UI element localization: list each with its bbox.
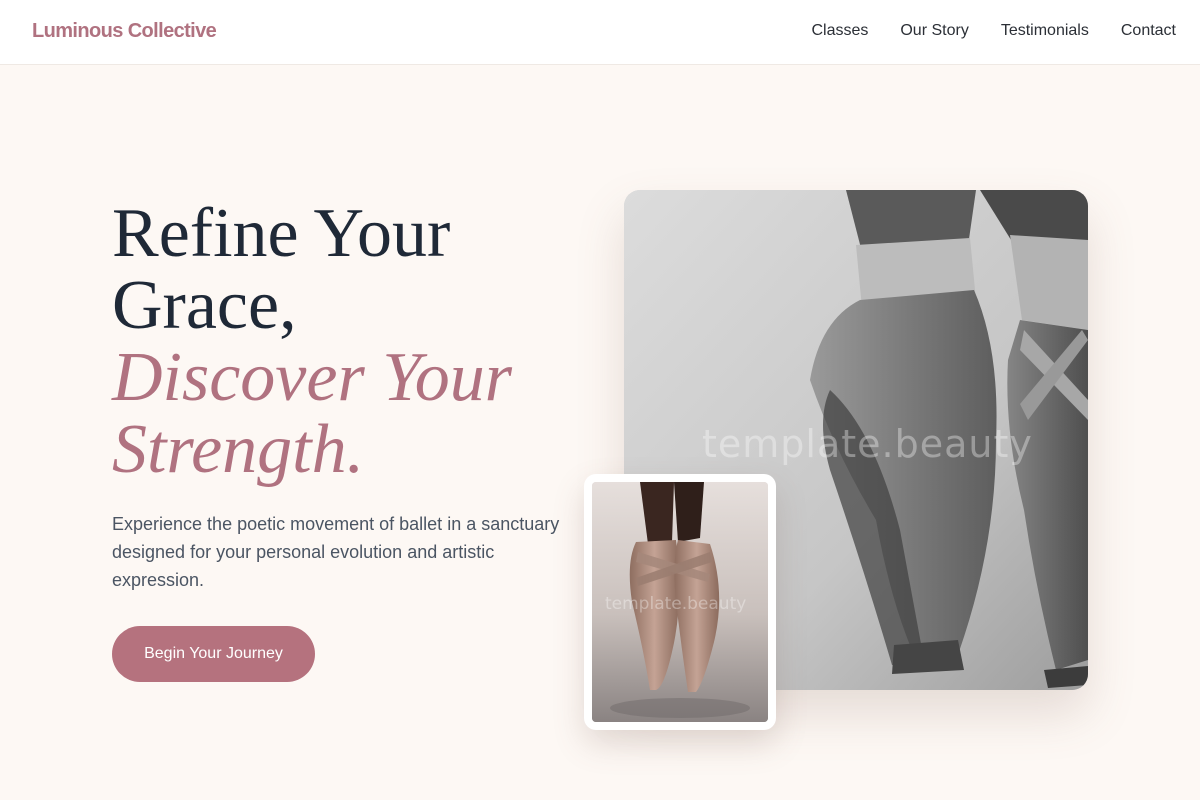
nav-item-our-story[interactable]: Our Story <box>900 22 968 40</box>
hero-title: Refine Your Grace, Discover Your Strengt… <box>112 198 592 486</box>
hero-subtitle: Experience the poetic movement of ballet… <box>112 514 560 590</box>
nav-item-classes[interactable]: Classes <box>811 22 868 40</box>
nav-item-contact[interactable]: Contact <box>1121 22 1176 40</box>
begin-journey-button[interactable]: Begin Your Journey <box>112 626 315 682</box>
nav-item-testimonials[interactable]: Testimonials <box>1001 22 1089 40</box>
main-nav: Classes Our Story Testimonials Contact <box>779 22 1176 40</box>
hero-accent-line-2: Strength. <box>112 411 365 488</box>
pointe-feet-photo <box>592 482 768 722</box>
hero-title-line-2: Grace, <box>112 267 297 344</box>
brand-logo[interactable]: Luminous Collective <box>32 20 217 43</box>
hero-title-line-1: Refine Your <box>112 195 451 272</box>
site-header: Luminous Collective Classes Our Story Te… <box>0 0 1200 65</box>
hero-inset-image: template.beauty <box>592 482 768 722</box>
hero-inset-card: template.beauty <box>584 474 776 730</box>
hero-accent-line-1: Discover Your <box>112 339 512 416</box>
